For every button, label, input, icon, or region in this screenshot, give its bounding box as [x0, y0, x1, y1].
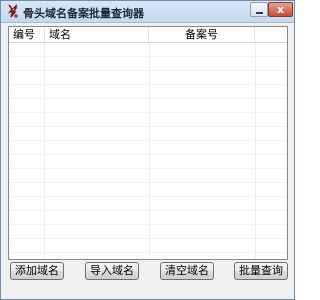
client-area: 编号 域名 备案号 添加域名 导入域名 清空域名 批量查询: [5, 26, 291, 296]
list-body[interactable]: [9, 43, 287, 259]
batch-query-button[interactable]: 批量查询: [234, 262, 288, 280]
minimize-button[interactable]: [250, 2, 268, 17]
import-domain-button[interactable]: 导入域名: [85, 262, 139, 280]
column-header-id[interactable]: 编号: [9, 27, 45, 43]
add-domain-button[interactable]: 添加域名: [10, 262, 64, 280]
app-window: 骨头域名备案批量查询器 x 编号 域名 备案号 添加域名 导入域名 清空域名 批…: [0, 0, 295, 300]
list-header: 编号 域名 备案号: [9, 27, 287, 43]
close-icon: x: [276, 3, 285, 16]
app-icon: [8, 4, 18, 18]
close-button[interactable]: x: [268, 2, 293, 17]
clear-domain-button[interactable]: 清空域名: [160, 262, 214, 280]
column-header-filler: [255, 27, 287, 43]
title-bar[interactable]: 骨头域名备案批量查询器 x: [1, 1, 294, 23]
window-title: 骨头域名备案批量查询器: [23, 7, 144, 20]
column-header-record[interactable]: 备案号: [149, 27, 255, 43]
column-header-domain[interactable]: 域名: [45, 27, 149, 43]
domain-list[interactable]: 编号 域名 备案号: [8, 26, 288, 260]
action-bar: 添加域名 导入域名 清空域名 批量查询: [5, 262, 291, 284]
